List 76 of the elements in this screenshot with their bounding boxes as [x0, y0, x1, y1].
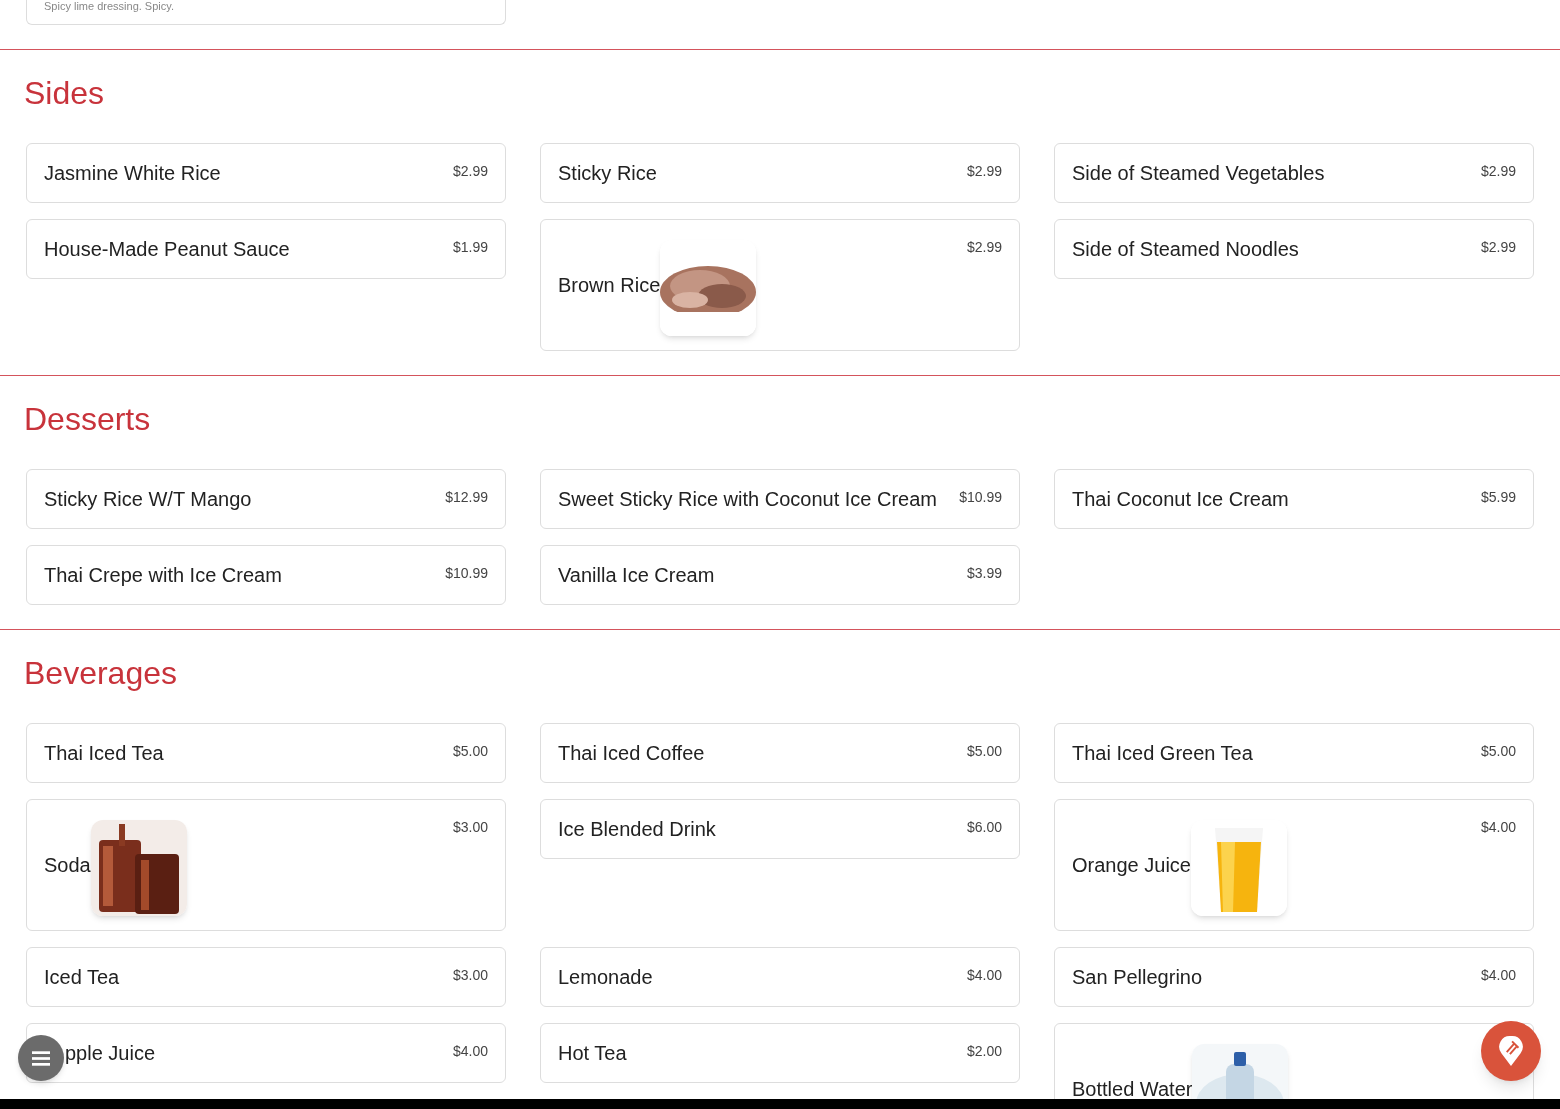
item-price: $2.99 — [1480, 162, 1516, 181]
menu-item-card[interactable]: Thai Iced Green Tea $5.00 — [1054, 723, 1534, 783]
dish-card[interactable]: Spicy lime dressing. Spicy. — [26, 0, 506, 25]
item-name: Iced Tea — [44, 965, 120, 990]
item-name: Thai Coconut Ice Cream — [1072, 487, 1289, 512]
menu-item-card[interactable]: Orange Juice $4.00 — [1054, 799, 1534, 931]
item-price: $3.00 — [452, 966, 488, 985]
section-heading: Desserts — [23, 400, 152, 438]
menu-item-card[interactable]: Sticky Rice W/T Mango $12.99 — [26, 469, 506, 529]
dish-description: Spicy lime dressing. Spicy. — [44, 0, 175, 13]
item-price: $2.00 — [966, 1042, 1002, 1061]
item-price: $4.00 — [1480, 818, 1516, 837]
menu-item-card[interactable]: Soda $3.00 — [26, 799, 506, 931]
item-name: Sweet Sticky Rice with Coconut Ice Cream — [558, 487, 938, 512]
section-heading: Beverages — [23, 654, 178, 692]
item-name: Thai Iced Tea — [44, 741, 164, 766]
item-price: $4.00 — [452, 1042, 488, 1061]
item-price: $5.00 — [1480, 742, 1516, 761]
menu-item-card[interactable]: Thai Crepe with Ice Cream $10.99 — [26, 545, 506, 605]
menu-item-card[interactable]: San Pellegrino $4.00 — [1054, 947, 1534, 1007]
item-price: $2.99 — [966, 162, 1002, 181]
item-name: Side of Steamed Noodles — [1072, 237, 1299, 262]
item-name: Vanilla Ice Cream — [558, 563, 715, 588]
menu-item-card[interactable]: Thai Iced Coffee $5.00 — [540, 723, 1020, 783]
item-price: $3.99 — [966, 564, 1002, 583]
item-name: Sticky Rice W/T Mango — [44, 487, 252, 512]
item-name: Side of Steamed Vegetables — [1072, 161, 1325, 186]
item-name: Lemonade — [558, 965, 653, 990]
item-price: $2.99 — [1480, 238, 1516, 257]
item-price: $3.00 — [452, 818, 488, 837]
item-price: $10.99 — [445, 564, 488, 583]
item-price: $2.99 — [966, 238, 1002, 257]
menu-item-card[interactable]: pple Juice $4.00 — [26, 1023, 506, 1083]
menu-item-card[interactable]: Iced Tea $3.00 — [26, 947, 506, 1007]
item-name: Bottled Water — [1072, 1077, 1193, 1099]
item-price: $2.99 — [452, 162, 488, 181]
item-name: Orange Juice — [1072, 853, 1191, 878]
item-name: House-Made Peanut Sauce — [44, 237, 290, 262]
menu-item-card[interactable]: Ice Blended Drink $6.00 — [540, 799, 1020, 859]
item-name: Sticky Rice — [558, 161, 657, 186]
menu-item-card[interactable]: Vanilla Ice Cream $3.99 — [540, 545, 1020, 605]
item-price: $12.99 — [445, 488, 488, 507]
item-price: $6.00 — [966, 818, 1002, 837]
menu-item-card[interactable]: Bottled Water — [1054, 1023, 1534, 1099]
menu-button[interactable] — [18, 1035, 64, 1081]
section-heading: Sides — [23, 74, 106, 112]
item-price: $5.00 — [966, 742, 1002, 761]
fork-pin-icon — [1498, 1035, 1524, 1067]
item-price: $4.00 — [966, 966, 1002, 985]
item-name: Ice Blended Drink — [558, 817, 716, 842]
item-name: Soda — [44, 853, 91, 878]
menu-icon — [32, 1050, 50, 1066]
menu-item-card[interactable]: Thai Coconut Ice Cream $5.99 — [1054, 469, 1534, 529]
item-name: Thai Iced Green Tea — [1072, 741, 1253, 766]
menu-item-card[interactable]: Sticky Rice $2.99 — [540, 143, 1020, 203]
menu-item-card[interactable]: Side of Steamed Noodles $2.99 — [1054, 219, 1534, 279]
item-name: Brown Rice — [558, 273, 661, 298]
item-name: Thai Iced Coffee — [558, 741, 705, 766]
menu-item-card[interactable]: Hot Tea $2.00 — [540, 1023, 1020, 1083]
menu-item-card[interactable]: Thai Iced Tea $5.00 — [26, 723, 506, 783]
menu-item-card[interactable]: Sweet Sticky Rice with Coconut Ice Cream $10.99 — [540, 469, 1020, 529]
item-price: $5.99 — [1480, 488, 1516, 507]
item-name: Hot Tea — [558, 1041, 627, 1066]
item-price: $1.99 — [452, 238, 488, 257]
item-price: $5.00 — [452, 742, 488, 761]
item-name: San Pellegrino — [1072, 965, 1203, 990]
menu-item-card[interactable]: Brown Rice $2.99 — [540, 219, 1020, 351]
item-price: $10.99 — [959, 488, 1002, 507]
item-name: Jasmine White Rice — [44, 161, 221, 186]
item-price: $4.00 — [1480, 966, 1516, 985]
menu-item-card[interactable]: House-Made Peanut Sauce $1.99 — [26, 219, 506, 279]
menu-item-card[interactable]: Lemonade $4.00 — [540, 947, 1020, 1007]
menu-item-card[interactable]: Side of Steamed Vegetables $2.99 — [1054, 143, 1534, 203]
item-name: Thai Crepe with Ice Cream — [44, 563, 282, 588]
menu-item-card[interactable]: Jasmine White Rice $2.99 — [26, 143, 506, 203]
item-name: pple Juice — [65, 1041, 156, 1066]
